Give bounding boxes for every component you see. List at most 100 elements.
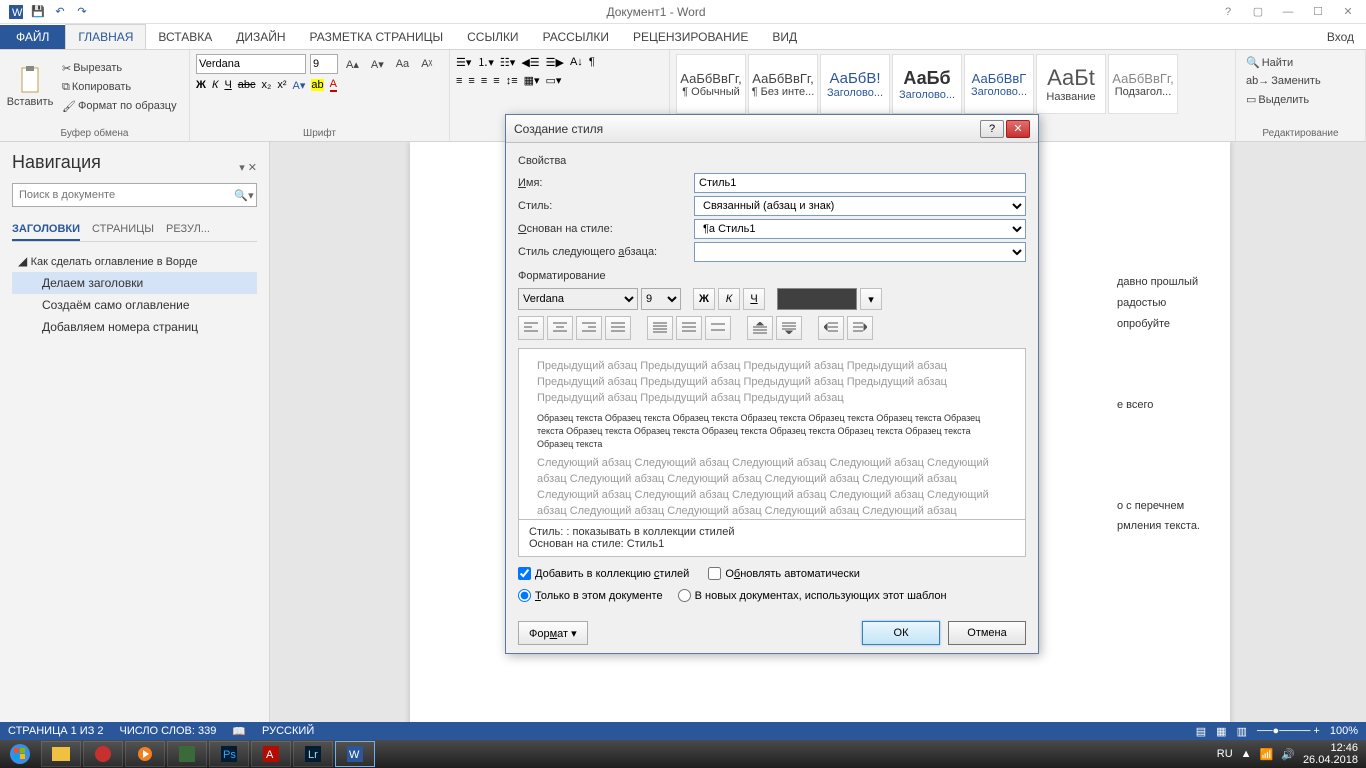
spacing-2-btn[interactable] xyxy=(705,316,731,340)
nav-tab-headings[interactable]: ЗАГОЛОВКИ xyxy=(12,219,80,241)
tab-layout[interactable]: РАЗМЕТКА СТРАНИЦЫ xyxy=(298,25,456,49)
help-icon[interactable]: ? xyxy=(1214,2,1242,22)
tree-item-2[interactable]: Создаём само оглавление xyxy=(12,294,257,316)
superscript-icon[interactable]: x² xyxy=(277,79,286,91)
nav-search-input[interactable] xyxy=(13,189,232,201)
tb-app1[interactable] xyxy=(167,741,207,767)
fmt-italic-icon[interactable]: К xyxy=(718,288,740,310)
tab-view[interactable]: ВИД xyxy=(760,25,809,49)
shading-icon[interactable]: ▦▾ xyxy=(524,74,540,87)
cut-button[interactable]: ✂Вырезать xyxy=(58,60,181,77)
indent-inc-icon[interactable]: ☰▶ xyxy=(546,56,564,69)
undo-icon[interactable]: ↶ xyxy=(50,2,70,22)
style-heading1[interactable]: АаБбВ!Заголово... xyxy=(820,54,890,114)
font-name-input[interactable] xyxy=(196,54,306,74)
tb-word[interactable]: W xyxy=(335,741,375,767)
nav-tab-pages[interactable]: СТРАНИЦЫ xyxy=(92,219,154,241)
grow-font-icon[interactable]: A▴ xyxy=(342,56,363,73)
font-size-input[interactable] xyxy=(310,54,338,74)
tray-flag-icon[interactable]: ▲ xyxy=(1241,748,1252,760)
tb-media[interactable] xyxy=(125,741,165,767)
view-readmode-icon[interactable]: ▤ xyxy=(1196,725,1206,738)
clear-format-icon[interactable]: Aᵡ xyxy=(417,56,436,72)
align-center-icon[interactable]: ≡ xyxy=(468,75,474,87)
find-button[interactable]: 🔍Найти xyxy=(1242,54,1359,71)
cancel-button[interactable]: Отмена xyxy=(948,621,1026,645)
zoom-level[interactable]: 100% xyxy=(1330,725,1358,737)
status-proofing-icon[interactable]: 📖 xyxy=(232,725,246,738)
borders-icon[interactable]: ▭▾ xyxy=(546,74,562,87)
minimize-icon[interactable]: ― xyxy=(1274,2,1302,22)
align-center-btn[interactable] xyxy=(547,316,573,340)
highlight-icon[interactable]: ab xyxy=(311,79,323,91)
fmt-color-dropdown-icon[interactable]: ▾ xyxy=(860,288,882,310)
space-before-inc-btn[interactable] xyxy=(747,316,773,340)
tab-home[interactable]: ГЛАВНАЯ xyxy=(65,24,146,49)
chk-add-gallery[interactable]: Добавить в коллекцию стилей xyxy=(518,567,689,580)
nav-pin-icon[interactable]: ▾ ✕ xyxy=(239,161,257,174)
status-page[interactable]: СТРАНИЦА 1 ИЗ 2 xyxy=(8,725,104,737)
select-button[interactable]: ▭Выделить xyxy=(1242,91,1359,108)
tab-references[interactable]: ССЫЛКИ xyxy=(455,25,530,49)
indent-dec-icon[interactable]: ◀☰ xyxy=(521,56,539,69)
align-justify-btn[interactable] xyxy=(605,316,631,340)
fmt-color-box[interactable] xyxy=(777,288,857,310)
styles-gallery[interactable]: АаБбВвГг,¶ Обычный АаБбВвГг,¶ Без инте..… xyxy=(676,54,1229,114)
tree-root[interactable]: ◢ Как сделать оглавление в Ворде xyxy=(12,250,257,272)
replace-button[interactable]: ab→Заменить xyxy=(1242,73,1359,89)
input-style-name[interactable] xyxy=(694,173,1026,193)
fmt-font-select[interactable]: Verdana xyxy=(518,288,638,310)
view-print-icon[interactable]: ▦ xyxy=(1216,725,1226,738)
align-right-icon[interactable]: ≡ xyxy=(481,75,487,87)
tb-opera[interactable] xyxy=(83,741,123,767)
tray-date[interactable]: 26.04.2018 xyxy=(1303,754,1358,766)
indent-dec-btn[interactable] xyxy=(847,316,873,340)
tab-insert[interactable]: ВСТАВКА xyxy=(146,25,224,49)
search-icon[interactable]: 🔍▾ xyxy=(232,189,256,202)
tb-lightroom[interactable]: Lr xyxy=(293,741,333,767)
justify-icon[interactable]: ≡ xyxy=(493,75,499,87)
nav-tab-results[interactable]: РЕЗУЛ... xyxy=(166,219,210,241)
fmt-bold-icon[interactable]: Ж xyxy=(693,288,715,310)
tray-sound-icon[interactable]: 🔊 xyxy=(1281,748,1295,761)
login-link[interactable]: Вход xyxy=(1315,25,1366,49)
spacing-15-btn[interactable] xyxy=(676,316,702,340)
italic-icon[interactable]: К xyxy=(212,79,218,91)
maximize-icon[interactable]: ☐ xyxy=(1304,2,1332,22)
start-button[interactable] xyxy=(0,740,40,768)
multilevel-icon[interactable]: ☷▾ xyxy=(500,56,515,69)
bold-icon[interactable]: Ж xyxy=(196,79,206,91)
select-style-type[interactable]: Связанный (абзац и знак) xyxy=(694,196,1026,216)
bullets-icon[interactable]: ☰▾ xyxy=(456,56,471,69)
dialog-help-icon[interactable]: ? xyxy=(980,120,1004,138)
tray-lang[interactable]: RU xyxy=(1217,748,1233,760)
tray-time[interactable]: 12:46 xyxy=(1303,742,1358,754)
save-icon[interactable]: 💾 xyxy=(28,2,48,22)
tree-item-1[interactable]: Делаем заголовки xyxy=(12,272,257,294)
zoom-slider[interactable]: ──●──── + xyxy=(1257,725,1320,737)
strike-icon[interactable]: abc xyxy=(238,79,256,91)
select-based-on[interactable]: ¶а Стиль1 xyxy=(694,219,1026,239)
align-right-btn[interactable] xyxy=(576,316,602,340)
copy-button[interactable]: ⧉Копировать xyxy=(58,79,181,96)
style-title[interactable]: АаБtНазвание xyxy=(1036,54,1106,114)
tb-explorer[interactable] xyxy=(41,741,81,767)
view-web-icon[interactable]: ▥ xyxy=(1237,725,1247,738)
style-heading3[interactable]: АаБбВвГЗаголово... xyxy=(964,54,1034,114)
paste-button[interactable]: Вставить xyxy=(6,54,54,120)
tab-file[interactable]: ФАЙЛ xyxy=(0,25,65,49)
underline-icon[interactable]: Ч xyxy=(224,79,231,91)
tab-review[interactable]: РЕЦЕНЗИРОВАНИЕ xyxy=(621,25,760,49)
indent-inc-btn[interactable] xyxy=(818,316,844,340)
sort-icon[interactable]: A↓ xyxy=(570,56,583,68)
dialog-titlebar[interactable]: Создание стиля ? ✕ xyxy=(506,115,1038,143)
font-color-icon[interactable]: A xyxy=(330,78,337,92)
word-icon[interactable]: W xyxy=(6,2,26,22)
format-menu-button[interactable]: Формат ▾ xyxy=(518,621,588,645)
ok-button[interactable]: ОК xyxy=(862,621,940,645)
tab-design[interactable]: ДИЗАЙН xyxy=(224,25,297,49)
fmt-size-select[interactable]: 9 xyxy=(641,288,681,310)
status-lang[interactable]: РУССКИЙ xyxy=(262,725,314,737)
dialog-close-icon[interactable]: ✕ xyxy=(1006,120,1030,138)
radio-this-doc[interactable]: Только в этом документе xyxy=(518,589,663,602)
